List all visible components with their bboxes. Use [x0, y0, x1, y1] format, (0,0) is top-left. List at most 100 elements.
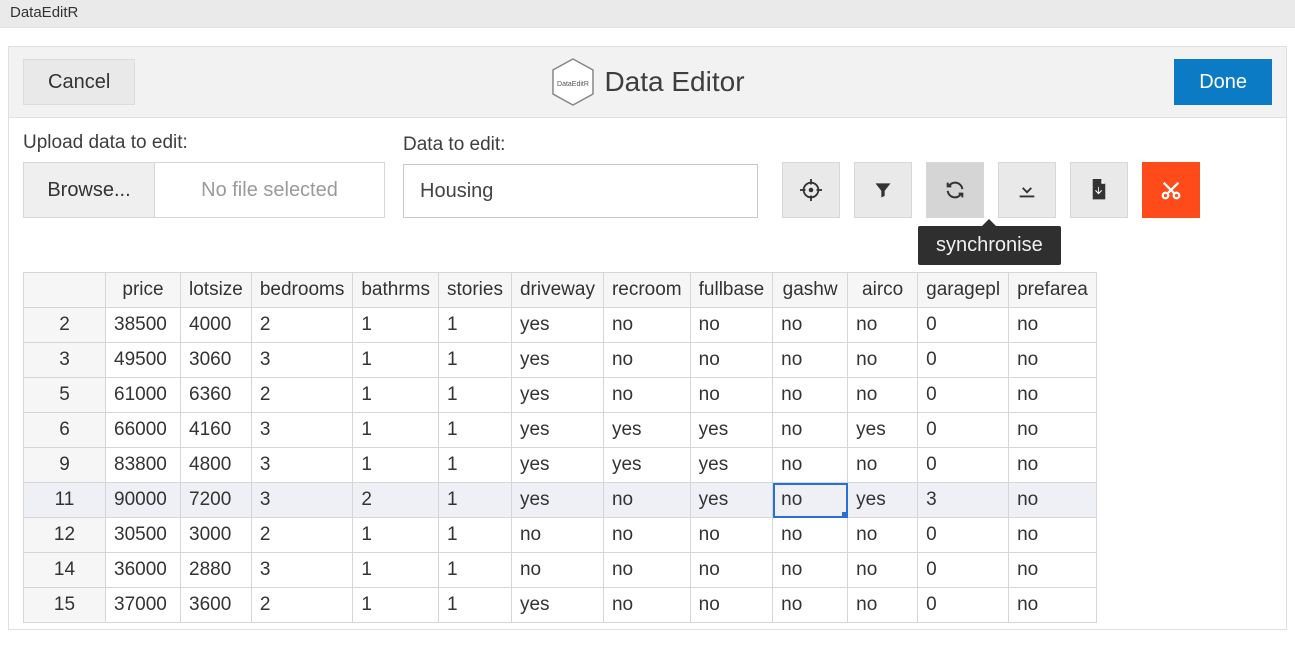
- cell[interactable]: yes: [511, 483, 603, 518]
- cell[interactable]: 4160: [181, 413, 252, 448]
- cell[interactable]: 3: [251, 343, 353, 378]
- cell[interactable]: yes: [511, 378, 603, 413]
- cell[interactable]: 1: [353, 378, 439, 413]
- cell[interactable]: yes: [603, 448, 690, 483]
- browse-button[interactable]: Browse...: [24, 163, 155, 217]
- download-button[interactable]: [998, 162, 1056, 218]
- cell[interactable]: no: [603, 553, 690, 588]
- cell[interactable]: no: [773, 413, 848, 448]
- cell[interactable]: 1: [439, 588, 512, 623]
- cell[interactable]: no: [690, 343, 773, 378]
- table-row[interactable]: 11900007200321yesnoyesnoyes3no: [24, 483, 1097, 518]
- cell[interactable]: no: [848, 448, 918, 483]
- cell[interactable]: no: [690, 308, 773, 343]
- cell[interactable]: no: [603, 378, 690, 413]
- row-header[interactable]: 9: [24, 448, 106, 483]
- cell[interactable]: 2: [251, 308, 353, 343]
- cell[interactable]: no: [1009, 308, 1097, 343]
- done-button[interactable]: Done: [1174, 59, 1272, 105]
- cell[interactable]: 49500: [106, 343, 181, 378]
- cell[interactable]: yes: [690, 413, 773, 448]
- cell[interactable]: 2: [251, 378, 353, 413]
- data-select[interactable]: Housing: [403, 164, 758, 218]
- row-header[interactable]: 12: [24, 518, 106, 553]
- cell[interactable]: 36000: [106, 553, 181, 588]
- cell[interactable]: no: [603, 518, 690, 553]
- row-header[interactable]: 5: [24, 378, 106, 413]
- cell[interactable]: 0: [918, 553, 1009, 588]
- cell[interactable]: 0: [918, 378, 1009, 413]
- col-header-prefarea[interactable]: prefarea: [1009, 273, 1097, 308]
- cell[interactable]: 1: [439, 413, 512, 448]
- cell[interactable]: 2880: [181, 553, 252, 588]
- table-row[interactable]: 12305003000211nonononono0no: [24, 518, 1097, 553]
- cell[interactable]: yes: [511, 448, 603, 483]
- cut-button[interactable]: [1142, 162, 1200, 218]
- cell[interactable]: no: [603, 343, 690, 378]
- cell[interactable]: no: [511, 518, 603, 553]
- cell[interactable]: no: [690, 553, 773, 588]
- cell[interactable]: 2: [353, 483, 439, 518]
- cell[interactable]: 37000: [106, 588, 181, 623]
- cell[interactable]: yes: [690, 448, 773, 483]
- row-header[interactable]: 2: [24, 308, 106, 343]
- cell[interactable]: 1: [353, 553, 439, 588]
- cell[interactable]: no: [848, 308, 918, 343]
- cell[interactable]: 1: [439, 308, 512, 343]
- cell[interactable]: 4000: [181, 308, 252, 343]
- cell[interactable]: yes: [511, 308, 603, 343]
- cell[interactable]: 4800: [181, 448, 252, 483]
- cell[interactable]: no: [773, 343, 848, 378]
- cell[interactable]: yes: [848, 483, 918, 518]
- cell[interactable]: no: [848, 518, 918, 553]
- col-header-bedrooms[interactable]: bedrooms: [251, 273, 353, 308]
- cell[interactable]: 0: [918, 518, 1009, 553]
- cell[interactable]: 83800: [106, 448, 181, 483]
- cell[interactable]: 1: [353, 588, 439, 623]
- table-row[interactable]: 3495003060311yesnononono0no: [24, 343, 1097, 378]
- cell[interactable]: no: [1009, 343, 1097, 378]
- sync-button[interactable]: [926, 162, 984, 218]
- cell[interactable]: yes: [690, 483, 773, 518]
- cell[interactable]: 0: [918, 413, 1009, 448]
- cell[interactable]: no: [603, 588, 690, 623]
- cell[interactable]: 1: [439, 343, 512, 378]
- cell[interactable]: no: [690, 378, 773, 413]
- cell[interactable]: no: [773, 308, 848, 343]
- cell[interactable]: no: [848, 553, 918, 588]
- cell[interactable]: no: [773, 588, 848, 623]
- cell[interactable]: 2: [251, 518, 353, 553]
- cell[interactable]: 0: [918, 448, 1009, 483]
- row-header[interactable]: 11: [24, 483, 106, 518]
- cell[interactable]: 90000: [106, 483, 181, 518]
- cell[interactable]: 1: [353, 518, 439, 553]
- cell[interactable]: no: [1009, 483, 1097, 518]
- col-header-recroom[interactable]: recroom: [603, 273, 690, 308]
- cell[interactable]: no: [603, 308, 690, 343]
- cell[interactable]: no: [848, 378, 918, 413]
- cell[interactable]: no: [773, 553, 848, 588]
- cell[interactable]: yes: [511, 413, 603, 448]
- select-button[interactable]: [782, 162, 840, 218]
- cell[interactable]: 1: [353, 413, 439, 448]
- cell[interactable]: yes: [603, 413, 690, 448]
- cell[interactable]: no: [1009, 378, 1097, 413]
- cell[interactable]: yes: [511, 588, 603, 623]
- cell[interactable]: 61000: [106, 378, 181, 413]
- cell[interactable]: 1: [439, 483, 512, 518]
- cell[interactable]: no: [773, 483, 848, 518]
- cell[interactable]: no: [690, 588, 773, 623]
- cell[interactable]: no: [1009, 413, 1097, 448]
- cell[interactable]: 3: [251, 483, 353, 518]
- save-button[interactable]: [1070, 162, 1128, 218]
- cell[interactable]: 3: [918, 483, 1009, 518]
- col-header-stories[interactable]: stories: [439, 273, 512, 308]
- col-header-gashw[interactable]: gashw: [773, 273, 848, 308]
- cell[interactable]: no: [1009, 518, 1097, 553]
- cell[interactable]: 3: [251, 413, 353, 448]
- cell[interactable]: 1: [439, 518, 512, 553]
- cell[interactable]: 1: [353, 343, 439, 378]
- cell[interactable]: no: [848, 343, 918, 378]
- row-header[interactable]: 3: [24, 343, 106, 378]
- filter-button[interactable]: [854, 162, 912, 218]
